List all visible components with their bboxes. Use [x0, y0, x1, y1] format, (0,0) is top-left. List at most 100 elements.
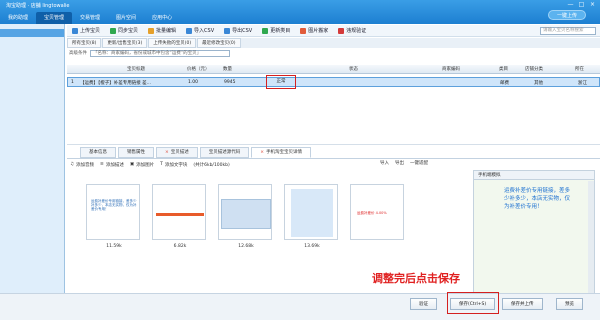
one-key-upload-button[interactable]: 一键上传 — [547, 10, 586, 20]
col-category[interactable]: 类目 — [499, 66, 508, 72]
sidebar — [0, 24, 65, 320]
grid-header: 宝贝标题 价格（元） 数量 状态 商家编码 类目 店铺分类 所在 — [67, 65, 600, 74]
col-price[interactable]: 价格（元） — [187, 66, 210, 72]
sidebar-selected-item[interactable] — [0, 29, 64, 37]
filter-label: 高级条件 — [69, 51, 87, 56]
row-category: 邮费 — [500, 81, 509, 86]
sync-item-button[interactable]: 同步宝贝 — [105, 25, 143, 37]
add-description-button[interactable]: ≡ 添加描述 — [100, 162, 124, 168]
export-icon — [224, 27, 231, 34]
text-block-icon: T — [160, 162, 163, 167]
subtab-recent-items[interactable]: 最近修改宝贝(0) — [197, 38, 241, 48]
subtab-failed-items[interactable]: 上传失败的宝贝(0) — [148, 38, 197, 48]
tab-app-center[interactable]: 应用中心 — [144, 12, 180, 24]
col-title[interactable]: 宝贝标题 — [127, 66, 145, 72]
col-shop-category[interactable]: 店铺分类 — [525, 66, 543, 72]
thumbnail-size: 11.59k — [106, 244, 122, 249]
text-icon: ≡ — [100, 162, 104, 167]
tab-mobile-detail[interactable]: × 手机淘宝宝贝详情 — [251, 147, 312, 158]
edit-icon — [148, 27, 155, 34]
editor-right-tools: 导入 导出 一键适配 — [380, 160, 428, 166]
row-index: 1 — [71, 80, 74, 85]
thumbnail-image[interactable]: 12.68k — [218, 184, 272, 249]
tab-description-source[interactable]: 宝贝描述源代码 — [199, 147, 250, 158]
refresh-icon — [262, 27, 269, 34]
image-move-button[interactable]: 图片搬家 — [295, 25, 333, 37]
close-icon[interactable]: × — [165, 148, 169, 158]
thumbnail-image[interactable]: 6.82k — [152, 184, 206, 249]
search-input[interactable]: 请输入宝贝名称搜索 — [540, 27, 596, 35]
tab-sale-attributes[interactable]: 销售属性 — [118, 147, 154, 158]
thumbnail-text: 运费补差价 4.00% — [357, 211, 387, 215]
tab-my-assistant[interactable]: 我的助理 — [0, 12, 36, 24]
verify-button[interactable]: 验证 — [410, 298, 437, 310]
filter-input[interactable]: 「名称：商家编码，省份或城市中包含“运费”的宝贝」 — [90, 49, 230, 57]
tab-item-description[interactable]: × 宝贝描述 — [156, 147, 198, 158]
subtab-updated-items[interactable]: 更新/出售宝贝(3) — [102, 38, 148, 48]
minimize-button[interactable]: — — [566, 1, 575, 8]
add-text-block-button[interactable]: T 添加文字块 — [160, 162, 187, 168]
upload-item-button[interactable]: 上传宝贝 — [67, 25, 105, 37]
preview-scrollbar[interactable] — [588, 181, 594, 293]
app-title: 淘宝助理 · 店舖 lingtowalie — [6, 3, 70, 9]
export-button[interactable]: 导出 — [395, 160, 404, 166]
thumbnail-size: 12.68k — [238, 244, 254, 249]
filter-bar: 高级条件 「名称：商家编码，省份或城市中包含“运费”的宝贝」 — [67, 49, 600, 57]
table-row[interactable]: 1 【运费】【橙子】补差专用链接 差... 1.00 9945 正常 邮费 其他… — [67, 75, 600, 89]
row-location: 浙江 — [578, 81, 587, 86]
check-icon — [338, 27, 345, 34]
row-title: 【运费】【橙子】补差专用链接 差... — [80, 81, 151, 86]
add-audio-button[interactable]: ♫ 添加音频 — [70, 162, 94, 168]
add-image-button[interactable]: ▣ 添加图片 — [130, 162, 154, 168]
row-price: 1.00 — [188, 80, 199, 85]
detail-tabs: 基本信息 销售属性 × 宝贝描述 宝贝描述源代码 × 手机淘宝宝贝详情 — [80, 147, 312, 158]
col-merchant-code[interactable]: 商家编码 — [442, 66, 460, 72]
thumbnail-size: 6.82k — [173, 244, 187, 249]
import-button[interactable]: 导入 — [380, 160, 389, 166]
sync-icon — [110, 27, 117, 34]
thumbnail-image[interactable]: 运费补差价 4.00% — [350, 184, 404, 240]
tab-image-space[interactable]: 图片空间 — [108, 12, 144, 24]
toolbar: 上传宝贝 同步宝贝 批量编辑 导入CSV 导出CSV 更新类目 图片搬家 违规验… — [67, 25, 600, 37]
row-shop-category: 其他 — [534, 81, 543, 86]
image-icon: ▣ — [129, 162, 135, 167]
title-bar: 淘宝助理 · 店舖 lingtowalie — □ × 我的助理 宝贝管理 交易… — [0, 0, 600, 24]
size-counter: (共计6kb/100kb) — [193, 162, 230, 168]
col-location[interactable]: 所在 — [575, 66, 584, 72]
row-status-highlighted: 正常 — [266, 75, 296, 89]
auto-fit-button[interactable]: 一键适配 — [410, 160, 428, 166]
close-icon[interactable]: × — [260, 148, 264, 158]
col-quantity[interactable]: 数量 — [223, 66, 232, 72]
instruction-annotation: 调整完后点击保存 — [372, 272, 460, 285]
image-thumbnails: 运费补差价专用链接，差多少补多少，本店无实物，仅为补差价专用！ 11.59k 6… — [86, 184, 404, 249]
preview-header: 手机端模拟 — [474, 171, 594, 180]
save-and-upload-button[interactable]: 保存并上传 — [502, 298, 543, 310]
thumbnail-image[interactable]: 运费补差价专用链接，差多少补多少，本店无实物，仅为补差价专用！ 11.59k — [86, 184, 140, 249]
maximize-button[interactable]: □ — [577, 1, 586, 8]
image-icon — [300, 27, 307, 34]
tab-basic-info[interactable]: 基本信息 — [80, 147, 116, 158]
batch-edit-button[interactable]: 批量编辑 — [143, 25, 181, 37]
save-highlight-box — [447, 292, 499, 314]
subtab-all-items[interactable]: 所有宝贝(8) — [67, 38, 102, 48]
banner-stripe — [156, 213, 204, 216]
import-csv-button[interactable]: 导入CSV — [181, 25, 219, 37]
item-subtabs: 所有宝贝(8) 更新/出售宝贝(3) 上传失败的宝贝(0) 最近修改宝贝(0) — [67, 38, 600, 48]
thumbnail-image[interactable]: 13.69k — [284, 184, 338, 249]
export-csv-button[interactable]: 导出CSV — [219, 25, 257, 37]
thumbnail-size: 13.69k — [304, 244, 320, 249]
upload-icon — [72, 27, 78, 34]
col-status[interactable]: 状态 — [349, 66, 358, 72]
close-button[interactable]: × — [588, 1, 597, 8]
preview-text: 运费补差价专用链接，差多少补多少，本店无实物，仅为补差价专用！ — [504, 188, 571, 210]
tab-item-management[interactable]: 宝贝管理 — [36, 12, 73, 24]
violation-check-button[interactable]: 违规验证 — [333, 25, 371, 37]
row-quantity: 9945 — [224, 80, 236, 85]
audio-icon: ♫ — [70, 162, 75, 167]
preview-button[interactable]: 预览 — [556, 298, 583, 310]
tab-trade-management[interactable]: 交易管理 — [72, 12, 108, 24]
thumbnail-content — [221, 199, 271, 229]
update-category-button[interactable]: 更新类目 — [257, 25, 295, 37]
main-nav: 我的助理 宝贝管理 交易管理 图片空间 应用中心 — [0, 12, 180, 24]
thumbnail-text: 运费补差价专用链接，差多少补多少，本店无实物，仅为补差价专用！ — [91, 199, 137, 211]
